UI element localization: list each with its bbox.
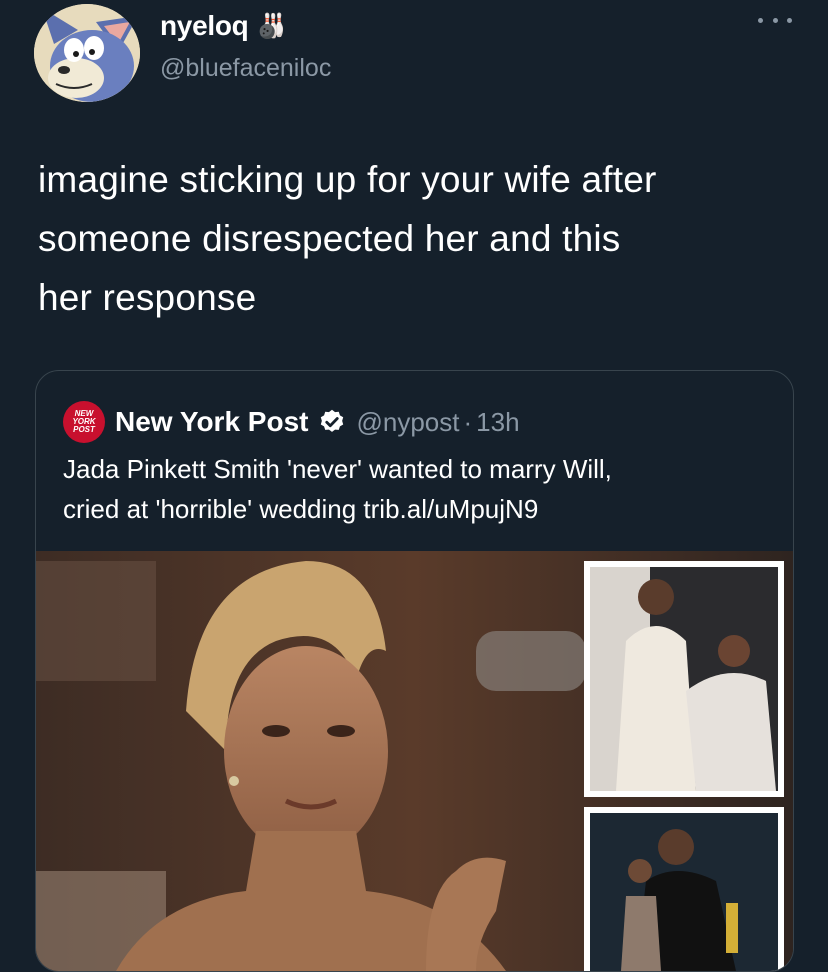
handle[interactable]: @bluefaceniloc	[160, 54, 331, 83]
display-name[interactable]: nyeloq	[160, 10, 249, 42]
dot	[758, 17, 763, 23]
verified-badge-icon	[321, 409, 344, 432]
article-photo	[36, 551, 793, 971]
more-options-icon[interactable]	[758, 10, 792, 30]
quoted-handle[interactable]: @nypost	[356, 407, 459, 438]
quoted-tweet-header: NEW YORK POST New York Post @nypost · 13…	[63, 401, 520, 443]
bowling-emoji-icon: 🎳	[256, 12, 287, 40]
dot	[772, 17, 778, 23]
new-york-post-logo-icon[interactable]: NEW YORK POST	[63, 401, 105, 443]
quoted-tweet-card[interactable]: NEW YORK POST New York Post @nypost · 13…	[35, 370, 794, 972]
dot	[787, 17, 792, 23]
avatar[interactable]	[34, 4, 140, 102]
quoted-timestamp[interactable]: 13h	[476, 407, 519, 438]
logo-line-3: POST	[73, 425, 95, 434]
quoted-tweet-text: Jada Pinkett Smith 'never' wanted to mar…	[63, 454, 612, 524]
timestamp-separator: ·	[463, 406, 473, 437]
quoted-tweet-media[interactable]	[36, 551, 793, 971]
display-name-row[interactable]: nyeloq 🎳	[160, 10, 286, 42]
tweet-text: imagine sticking up for your wife after …	[38, 159, 657, 318]
cartoon-cat-avatar-icon	[34, 4, 140, 102]
quoted-display-name[interactable]: New York Post	[115, 406, 308, 438]
